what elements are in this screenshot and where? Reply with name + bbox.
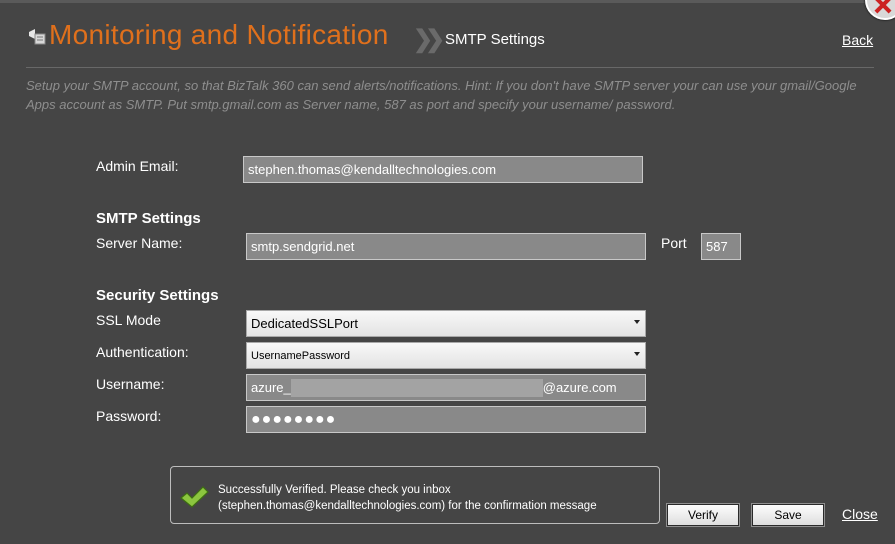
close-link[interactable]: Close: [842, 506, 878, 522]
dropdown-arrow-icon: [634, 320, 640, 324]
status-message-line1: Successfully Verified. Please check you …: [218, 484, 451, 496]
ssl-mode-select[interactable]: DedicatedSSLPort: [246, 310, 646, 337]
top-border: [0, 0, 895, 3]
admin-email-field[interactable]: stephen.thomas@kendalltechnologies.com: [243, 156, 643, 183]
authentication-value: UsernamePassword: [251, 349, 351, 362]
username-field[interactable]: azure_ @azure.com: [246, 374, 646, 401]
username-suffix: @azure.com: [542, 380, 617, 395]
admin-email-label: Admin Email:: [96, 158, 179, 174]
username-label: Username:: [96, 376, 165, 392]
ssl-mode-value: DedicatedSSLPort: [251, 316, 358, 331]
password-field[interactable]: ●●●●●●●●: [246, 406, 646, 433]
dropdown-arrow-icon: [634, 352, 640, 356]
username-prefix: azure_: [251, 380, 291, 395]
server-name-label: Server Name:: [96, 235, 183, 251]
page-subtitle: SMTP Settings: [445, 31, 545, 48]
redacted-mask: [290, 378, 543, 397]
authentication-select[interactable]: UsernamePassword: [246, 342, 646, 369]
smtp-settings-heading: SMTP Settings: [96, 210, 201, 227]
server-name-field[interactable]: smtp.sendgrid.net: [246, 233, 646, 260]
page-title: Monitoring and Notification: [49, 19, 389, 50]
checkmark-icon: [180, 486, 209, 508]
password-value: ●●●●●●●●: [251, 410, 337, 428]
verify-button[interactable]: Verify: [667, 504, 739, 526]
security-settings-heading: Security Settings: [96, 287, 219, 304]
header-divider: [26, 67, 874, 68]
back-link[interactable]: Back: [842, 32, 873, 48]
window-close-icon[interactable]: [865, 0, 895, 20]
hint-text: Setup your SMTP account, so that BizTalk…: [26, 78, 857, 112]
ssl-mode-label: SSL Mode: [96, 312, 161, 328]
port-field[interactable]: 587: [701, 233, 741, 260]
status-message-text: Successfully Verified. Please check you …: [218, 482, 597, 514]
breadcrumb-chevron-icon: ❯❯: [413, 26, 445, 53]
save-button[interactable]: Save: [752, 504, 824, 526]
password-label: Password:: [96, 408, 162, 424]
status-message-line2: (stephen.thomas@kendalltechnologies.com)…: [218, 500, 597, 512]
status-message-box: Successfully Verified. Please check you …: [170, 466, 660, 524]
port-label: Port: [661, 235, 687, 251]
authentication-label: Authentication:: [96, 344, 189, 360]
notification-icon: [29, 29, 46, 45]
